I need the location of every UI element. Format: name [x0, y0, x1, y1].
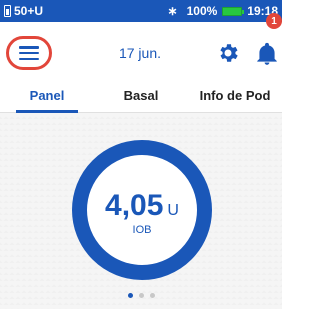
bell-icon[interactable] [254, 41, 280, 67]
tab-panel[interactable]: Panel [0, 80, 94, 113]
menu-icon [19, 46, 39, 60]
top-bar: 17 jun. [0, 22, 282, 80]
iob-unit: U [167, 201, 179, 219]
tab-bar: Panel Basal Info de Pod [0, 80, 282, 113]
status-right: ∗ 100% 19:18 [168, 4, 278, 18]
battery-icon [222, 6, 245, 16]
menu-button[interactable] [6, 36, 52, 70]
tab-basal[interactable]: Basal [94, 80, 188, 112]
page-dot-3 [150, 293, 155, 298]
page-indicator[interactable] [128, 293, 155, 298]
battery-percent: 100% [186, 4, 218, 18]
pod-battery-icon [4, 5, 11, 17]
bluetooth-icon: ∗ [167, 4, 178, 18]
insulin-remaining-text: 50+U [14, 4, 44, 18]
notification-badge: 1 [266, 13, 282, 29]
iob-value: 4,05 [105, 188, 164, 222]
gear-icon[interactable] [216, 41, 240, 65]
iob-label: IOB [132, 223, 152, 236]
page-dot-2 [139, 293, 144, 298]
status-bar: 50+U ∗ 100% 19:18 [0, 0, 282, 22]
iob-value-row: 4,05 U [105, 189, 179, 223]
status-left: 50+U [4, 4, 43, 18]
dashboard-panel: 4,05 U IOB [0, 113, 282, 311]
iob-gauge[interactable]: 4,05 U IOB [72, 140, 212, 280]
date-label: 17 jun. [118, 45, 162, 61]
page-dot-1 [128, 293, 133, 298]
tab-pod-info[interactable]: Info de Pod [188, 80, 282, 112]
